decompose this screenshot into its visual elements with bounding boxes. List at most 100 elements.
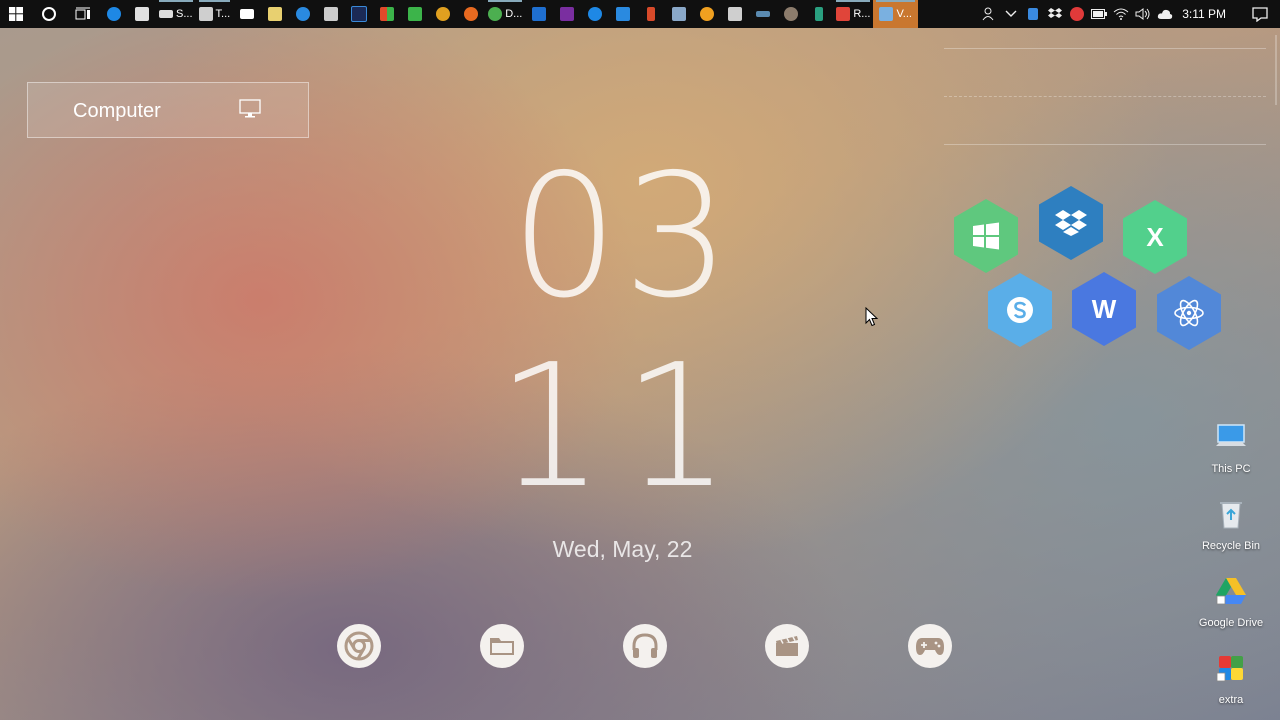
chrome-icon [436,7,451,21]
taskbar-photoshop[interactable] [345,0,373,28]
taskbar-red-app[interactable] [637,0,665,28]
cortana-button[interactable] [32,0,66,28]
taskbar-mail[interactable] [233,0,261,28]
tray-wifi[interactable] [1110,0,1132,28]
taskbar-settings-app[interactable] [609,0,637,28]
dock-music[interactable] [623,624,667,668]
taskbar-purple-app[interactable] [553,0,581,28]
taskbar-c-app[interactable] [401,0,429,28]
mail-icon [240,9,255,19]
tiles-icon [380,7,395,21]
network-icon [728,7,743,21]
folder-icon [490,638,514,655]
circle-icon [42,7,56,21]
taskbar-store[interactable] [128,0,156,28]
taskbar-t-app[interactable]: T... [196,0,234,28]
desktop-label: Recycle Bin [1201,540,1261,552]
tray-battery[interactable] [1088,0,1110,28]
taskbar-tiles[interactable] [373,0,401,28]
desktop-label: Google Drive [1198,617,1264,629]
store-icon [135,7,149,21]
notification-icon [1252,6,1268,22]
panel-scrollbar[interactable] [1275,35,1277,105]
desktop-this-pc[interactable]: This PC [1192,420,1270,475]
tray-dropbox[interactable] [1044,0,1066,28]
excel-icon: X [1146,221,1164,252]
mouse-cursor-icon [865,307,879,327]
taskbar-gimp[interactable] [777,0,805,28]
taskbar-dropbox[interactable] [525,0,553,28]
tray-tablet[interactable] [1022,0,1044,28]
film-icon [560,7,575,21]
ie-icon [296,7,311,21]
taskbar-v-app[interactable]: V... [873,0,918,28]
desktop-recycle-bin[interactable]: Recycle Bin [1192,497,1270,552]
taskbar-label: R... [853,8,871,20]
start-button[interactable] [0,0,32,28]
action-center-button[interactable] [1240,0,1280,28]
notes-icon [268,7,283,21]
dock-files[interactable] [480,624,524,668]
recycle-bin-icon [1220,502,1242,529]
teamviewer-icon [588,7,603,21]
tray-onedrive[interactable] [1154,0,1176,28]
dropbox-icon [532,7,547,21]
computer-label: Computer [73,100,161,122]
taskbar: S... T... D... R... V... 3:11 PM [0,0,1280,28]
remote-icon [198,7,213,21]
wifi-icon [1113,8,1129,20]
gear-icon [616,7,631,21]
skype-icon [1007,297,1033,323]
desktop-label: extra [1218,694,1244,706]
orange-icon [700,7,715,21]
dropbox-icon [1055,210,1087,236]
windows-logo-icon [9,7,23,21]
taskbar-ie[interactable] [289,0,317,28]
flame-icon [647,7,656,21]
taskbar-tools[interactable] [317,0,345,28]
taskbar-clock[interactable]: 3:11 PM [1176,7,1240,21]
image-icon [672,7,687,21]
tray-overflow-button[interactable] [1000,0,1022,28]
cloud-icon [1157,9,1173,19]
dock-video[interactable] [765,624,809,668]
taskbar-network-app[interactable] [721,0,749,28]
tray-volume[interactable] [1132,0,1154,28]
clock-minute: 11 [496,328,749,526]
dock-chrome[interactable] [337,624,381,668]
taskbar-code-app[interactable] [749,0,777,28]
arrow-icon [815,7,824,21]
system-tray: 3:11 PM [978,0,1280,28]
taskbar-s-app[interactable]: S... [156,0,196,28]
desktop-extra[interactable]: extra [1192,651,1270,706]
taskbar-r-app[interactable]: R... [833,0,873,28]
task-view-button[interactable] [66,0,100,28]
task-view-icon [75,7,90,20]
taskbar-notes[interactable] [261,0,289,28]
desktop-google-drive[interactable]: Google Drive [1192,574,1270,629]
taskbar-label: V... [896,8,912,20]
taskbar-teamviewer[interactable] [581,0,609,28]
taskbar-edge[interactable] [100,0,128,28]
monitor-icon [239,99,261,118]
photoshop-icon [351,6,368,22]
extra-icon [1216,656,1243,682]
taskbar-orange-app[interactable] [693,0,721,28]
antivirus-icon [1070,7,1085,21]
taskbar-green-app[interactable] [805,0,833,28]
taskbar-chrome-canary[interactable] [429,0,457,28]
computer-widget[interactable]: Computer [27,82,309,138]
tray-antivirus[interactable] [1066,0,1088,28]
clock-date: Wed, May, 22 [552,536,693,562]
people-button[interactable] [978,0,1000,28]
this-pc-icon [1216,424,1246,446]
taskbar-chrome[interactable]: D... [485,0,525,28]
taskbar-image-app[interactable] [665,0,693,28]
panel-divider [944,144,1266,145]
dock-games[interactable] [908,624,952,668]
atom-icon [1174,299,1204,327]
taskbar-firefox[interactable] [457,0,485,28]
r-icon [836,7,851,21]
gamepad-icon [916,638,944,655]
battery-icon [1091,9,1108,19]
